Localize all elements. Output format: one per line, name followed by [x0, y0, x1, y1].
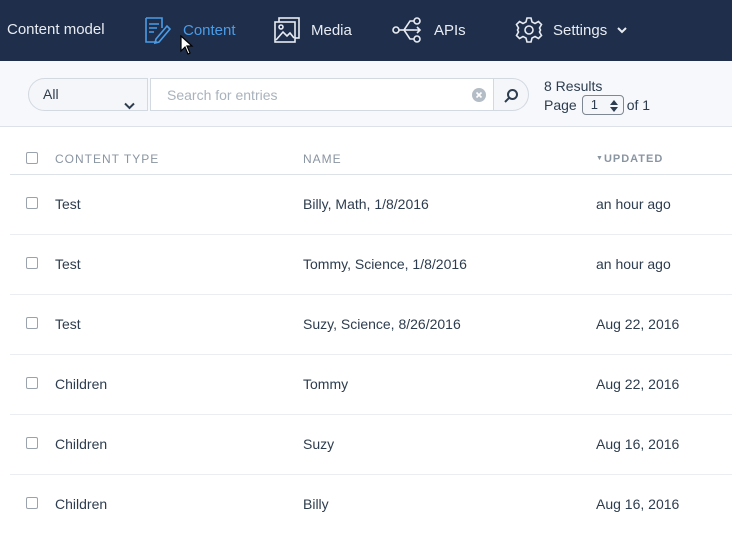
search-box [150, 78, 494, 111]
chevron-down-icon [617, 26, 627, 34]
row-checkbox[interactable] [26, 437, 38, 449]
top-nav: Content model Content Media APIs Setting… [0, 0, 732, 61]
content-type-filter-value: All [43, 86, 59, 102]
select-all-checkbox[interactable] [26, 152, 38, 164]
cell-content-type: Test [55, 316, 81, 332]
nav-content-model[interactable]: Content model [7, 19, 105, 39]
cell-content-type: Test [55, 196, 81, 212]
sort-desc-icon: ▼ [596, 155, 604, 162]
cell-content-type: Children [55, 496, 108, 512]
cell-name: Billy [303, 496, 329, 512]
nav-settings[interactable]: Settings [515, 15, 627, 45]
clear-search-icon[interactable] [472, 88, 486, 102]
column-header-name[interactable]: NAME [303, 152, 342, 166]
table-row[interactable]: Test Billy, Math, 1/8/2016 an hour ago [10, 175, 732, 235]
column-header-updated[interactable]: ▼UPDATED [596, 153, 663, 165]
nav-settings-label: Settings [553, 21, 608, 39]
row-checkbox[interactable] [26, 197, 38, 209]
column-header-updated-label: UPDATED [603, 153, 664, 165]
table-row[interactable]: Children Tommy Aug 22, 2016 [10, 355, 732, 415]
nav-media[interactable]: Media [273, 15, 352, 45]
cell-content-type: Test [55, 256, 81, 272]
results-info: 8 Results Page 1 of 1 [544, 77, 650, 115]
nav-content-model-label: Content model [7, 20, 105, 38]
content-type-filter[interactable]: All [28, 78, 148, 111]
page-total: of 1 [626, 97, 651, 113]
search-input[interactable] [151, 79, 461, 110]
cell-updated: Aug 22, 2016 [596, 316, 680, 332]
cell-updated: Aug 22, 2016 [596, 376, 680, 392]
column-header-content-type[interactable]: CONTENT TYPE [55, 152, 159, 166]
cell-name: Tommy, Science, 1/8/2016 [303, 256, 467, 272]
row-checkbox[interactable] [26, 317, 38, 329]
api-network-icon [392, 15, 424, 45]
cell-updated: an hour ago [596, 196, 671, 212]
cell-name: Tommy [303, 376, 349, 392]
nav-apis-label: APIs [434, 21, 466, 39]
results-count: 8 Results [544, 78, 603, 94]
pagination: Page 1 of 1 [544, 95, 650, 115]
page-select[interactable]: 1 [581, 95, 624, 117]
row-checkbox[interactable] [26, 497, 38, 509]
chevron-down-icon [124, 90, 135, 121]
cell-content-type: Children [55, 376, 108, 392]
cell-updated: an hour ago [596, 256, 671, 272]
media-image-icon [273, 16, 301, 44]
spinner-arrows-icon [609, 99, 618, 117]
mouse-cursor-icon [180, 34, 194, 60]
table-row[interactable]: Test Suzy, Science, 8/26/2016 Aug 22, 20… [10, 295, 732, 355]
row-checkbox[interactable] [26, 257, 38, 269]
nav-media-label: Media [311, 21, 352, 39]
cell-name: Suzy [303, 436, 335, 452]
cell-name: Billy, Math, 1/8/2016 [303, 196, 429, 212]
nav-apis[interactable]: APIs [392, 15, 466, 45]
cell-name: Suzy, Science, 8/26/2016 [303, 316, 461, 332]
cell-updated: Aug 16, 2016 [596, 436, 680, 452]
page-label: Page [544, 97, 577, 113]
cell-updated: Aug 16, 2016 [596, 496, 680, 512]
row-checkbox[interactable] [26, 377, 38, 389]
search-button[interactable] [494, 78, 529, 111]
cell-content-type: Children [55, 436, 108, 452]
table-row[interactable]: Test Tommy, Science, 1/8/2016 an hour ag… [10, 235, 732, 295]
content-edit-icon [143, 15, 173, 45]
table-row[interactable]: Children Suzy Aug 16, 2016 [10, 415, 732, 475]
gear-icon [515, 16, 543, 44]
entries-toolbar: All 8 Results Page 1 of 1 [0, 61, 732, 127]
table-row[interactable]: Children Billy Aug 16, 2016 [10, 475, 732, 535]
page-select-value: 1 [590, 97, 598, 112]
